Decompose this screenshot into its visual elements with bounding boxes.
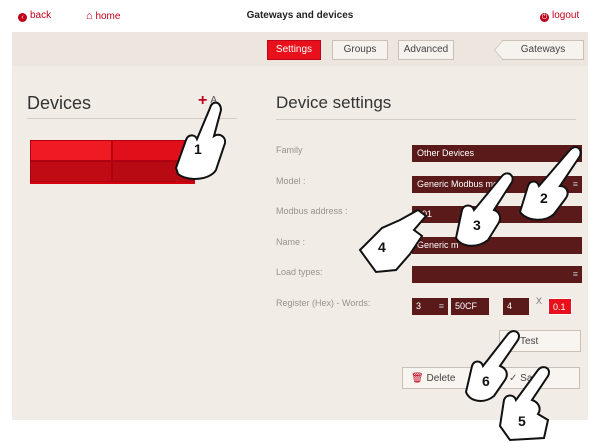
name-label: Name :	[276, 237, 306, 247]
check-icon: ✓	[509, 373, 518, 384]
load-types-label: Load types:	[276, 267, 323, 277]
family-label: Family	[276, 145, 303, 155]
name-input[interactable]: Generic m	[412, 237, 582, 254]
devices-title: Devices	[27, 93, 92, 113]
model-label: Model :	[276, 176, 306, 186]
tab-gateways[interactable]: Gateways	[494, 40, 584, 60]
save-button[interactable]: ✓ Save	[494, 367, 580, 389]
logout-link[interactable]: ⏻ logout	[540, 10, 579, 22]
page-title: Gateways and devices	[246, 10, 354, 21]
device-cell	[30, 140, 112, 161]
multiplier-input[interactable]: 0.1	[548, 298, 572, 315]
tab-advanced[interactable]: Advanced	[398, 40, 454, 60]
words-input[interactable]: 4	[503, 298, 529, 315]
family-select[interactable]: Other Devices	[412, 145, 582, 162]
register-hex-input[interactable]: 50CF	[451, 298, 489, 315]
tab-settings[interactable]: Settings	[267, 40, 321, 60]
tab-groups[interactable]: Groups	[332, 40, 388, 60]
device-tile[interactable]	[30, 140, 195, 184]
register-type-select[interactable]: 3 ≡	[412, 298, 448, 315]
menu-icon: ≡	[572, 179, 578, 189]
multiply-label: X	[536, 296, 543, 306]
modbus-address-label: Modbus address :	[276, 206, 348, 216]
device-cell	[30, 161, 112, 182]
divider	[276, 119, 576, 120]
model-select[interactable]: Generic Modbus me ≡	[412, 176, 582, 193]
menu-icon: ≡	[438, 301, 444, 311]
tab-bar: Settings Groups Advanced Gateways	[12, 32, 588, 66]
device-cell	[112, 161, 194, 182]
power-icon: ⏻	[540, 13, 549, 22]
delete-button[interactable]: 🗑 Delete	[402, 367, 482, 389]
trash-icon: 🗑	[411, 373, 424, 384]
device-cell	[112, 140, 194, 161]
add-device-button[interactable]: + A	[198, 92, 217, 110]
divider	[27, 118, 237, 119]
menu-icon: ≡	[572, 269, 578, 279]
plus-icon: +	[198, 92, 208, 109]
modbus-address-input[interactable]: 001	[412, 206, 582, 223]
test-button[interactable]: Test	[499, 330, 581, 352]
load-types-select[interactable]: ≡	[412, 266, 582, 283]
device-settings-title: Device settings	[276, 93, 392, 112]
register-label: Register (Hex) - Words:	[276, 298, 371, 308]
top-bar: ‹ back ⌂ home Gateways and devices ⏻ logou…	[12, 0, 588, 33]
